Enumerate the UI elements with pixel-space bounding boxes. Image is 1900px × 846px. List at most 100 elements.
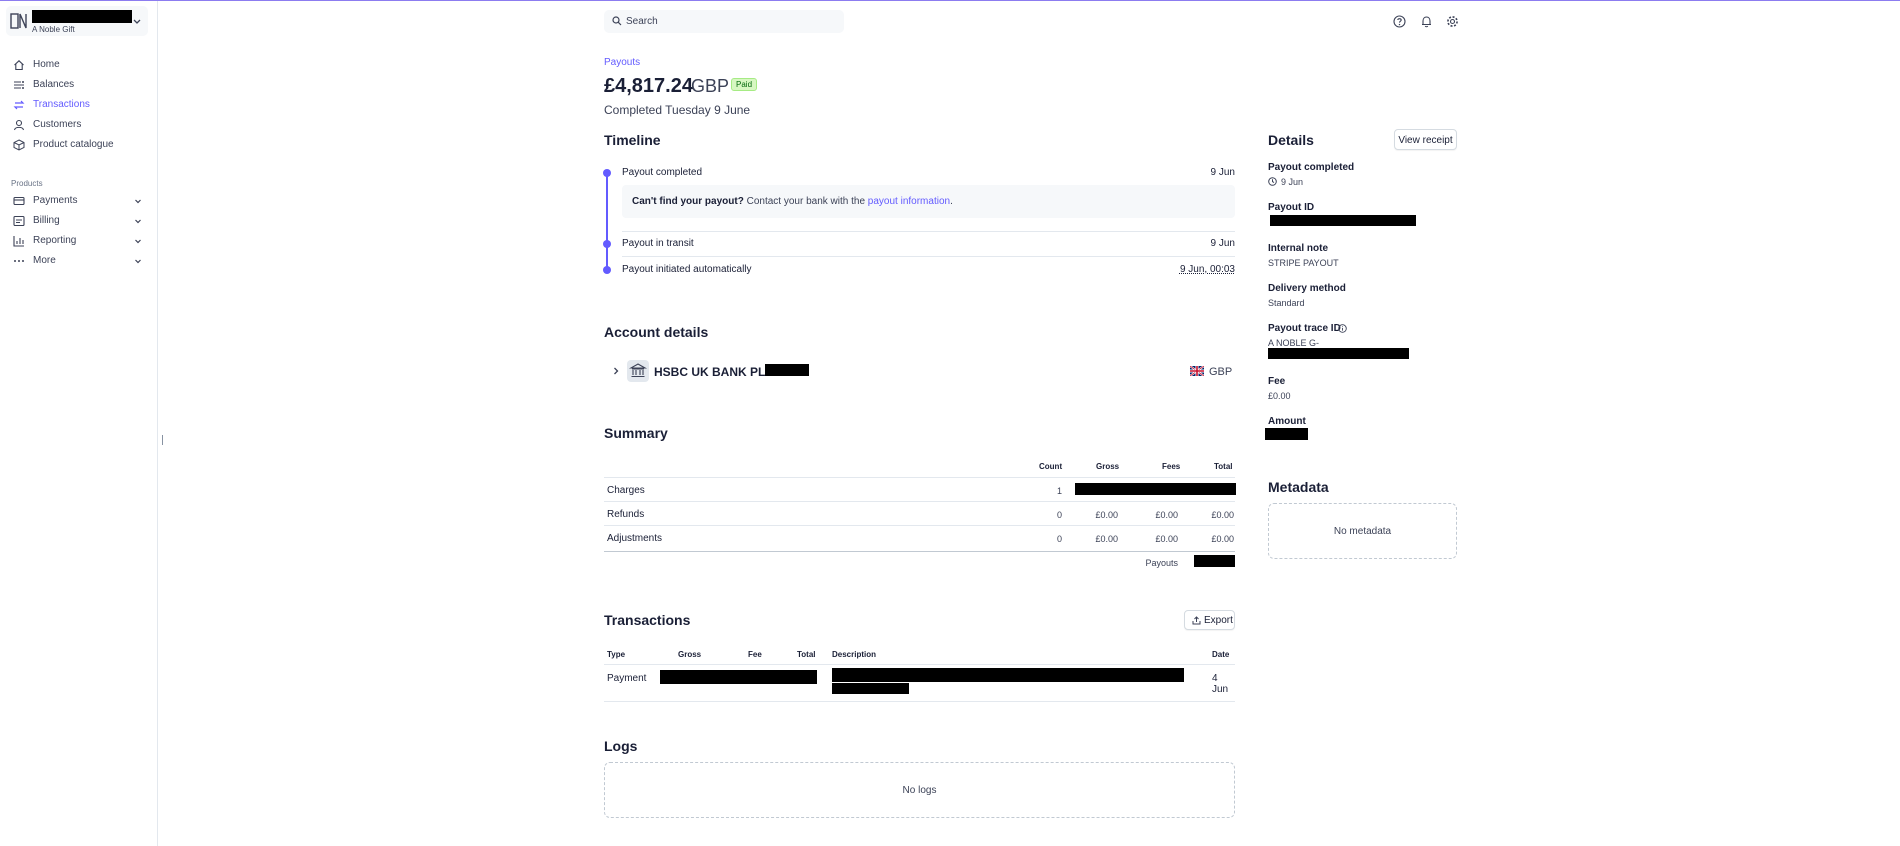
sidebar-item-product-catalogue[interactable]: Product catalogue [0,136,158,154]
billing-icon [13,215,25,227]
metadata-heading: Metadata [1268,479,1329,495]
sidebar-item-more[interactable]: More [0,252,158,270]
export-icon [1192,616,1201,625]
view-receipt-label: View receipt [1398,135,1453,146]
sidebar-item-billing[interactable]: Billing [0,212,158,230]
detail-label: Payout completed [1268,162,1355,173]
logs-heading: Logs [604,738,638,754]
search-input[interactable]: Search [604,10,844,33]
transactions-heading: Transactions [604,612,691,628]
tx-description-redacted [832,668,1184,682]
chevron-down-icon [135,259,141,264]
divider [622,256,1235,257]
callout-title: Can't find your payout? [632,196,744,207]
sidebar-item-label: Transactions [33,99,90,110]
sidebar-item-label: Payments [33,195,78,206]
sidebar: A Noble Gift Home Balances Transactions … [0,1,158,846]
divider [604,477,1235,478]
timeline-event-date: 9 Jun [1210,238,1235,249]
payout-id-redacted [1270,215,1416,226]
summary-row-label: Charges [607,485,645,496]
logs-empty-state: No logs [604,762,1235,818]
logs-empty-text: No logs [902,785,937,796]
payout-information-link[interactable]: payout information [868,196,950,207]
detail-label: Fee [1268,376,1286,387]
charges-values-redacted [1075,483,1236,495]
sidebar-resize-handle[interactable] [162,435,163,445]
gear-icon[interactable] [1446,15,1459,28]
sidebar-item-label: Home [33,59,60,70]
metadata-empty-text: No metadata [1333,526,1392,537]
product-catalogue-icon [13,139,25,151]
timeline-heading: Timeline [604,132,661,148]
chevron-down-icon [133,19,141,24]
breadcrumb-payouts[interactable]: Payouts [604,57,640,68]
table-row[interactable]: Payment 4 Jun [604,665,1235,701]
info-icon[interactable] [1338,324,1347,333]
view-receipt-button[interactable]: View receipt [1394,129,1457,150]
balances-icon [14,81,24,89]
summary-row-count: 0 [1056,534,1062,544]
sidebar-item-label: Reporting [33,235,77,246]
divider [604,501,1235,502]
sidebar-item-label: Balances [33,79,75,90]
payout-completed-date: Completed Tuesday 9 June [604,103,751,117]
help-icon[interactable] [1393,15,1406,28]
search-icon [612,16,622,26]
metadata-empty-state: No metadata [1268,503,1457,559]
chevron-down-icon [135,239,141,244]
sidebar-item-label: More [33,255,56,266]
sidebar-item-balances[interactable]: Balances [0,76,158,94]
account-name-redacted [32,10,132,23]
account-switcher[interactable]: A Noble Gift [6,6,148,36]
chevron-down-icon [135,199,141,204]
tx-amounts-redacted [660,670,817,684]
timeline-dot [603,240,611,248]
detail-label: Payout trace ID [1268,323,1341,334]
timeline-event-date: 9 Jun [1210,167,1235,178]
sidebar-item-label: Product catalogue [33,139,114,150]
tx-date: 4 Jun [1212,673,1229,695]
summary-row-count: 1 [1056,486,1062,496]
summary-row-label: Adjustments [607,533,663,544]
divider [604,551,1235,552]
tx-col-description: Description [832,650,877,659]
uk-flag-icon [1190,366,1204,376]
account-logo-icon [10,13,27,29]
summary-row-fees: £0.00 [1155,534,1178,544]
top-accent-line [0,0,1900,1]
bank-name: HSBC UK BANK PLC [654,365,774,379]
trace-id-redacted [1268,348,1409,359]
payout-help-callout: Can't find your payout? Contact your ban… [622,185,1235,218]
summary-row-gross: £0.00 [1095,534,1118,544]
sidebar-item-payments[interactable]: Payments [0,192,158,210]
sidebar-item-reporting[interactable]: Reporting [0,232,158,250]
search-placeholder: Search [626,16,658,27]
sidebar-item-customers[interactable]: Customers [0,116,158,134]
timeline-event-date[interactable]: 9 Jun, 00:03 [1180,264,1235,275]
bell-icon[interactable] [1420,15,1433,28]
export-label: Export [1204,615,1233,626]
summary-row-total: £0.00 [1211,510,1234,520]
export-button[interactable]: Export [1184,610,1235,630]
account-details-heading: Account details [604,324,709,340]
tx-type: Payment [607,673,647,684]
summary-payouts-label: Payouts [1145,558,1178,568]
payments-icon [13,196,25,206]
sidebar-item-transactions[interactable]: Transactions [0,96,158,114]
bank-icon [627,360,649,382]
status-badge: Paid [731,78,758,91]
sidebar-item-home[interactable]: Home [0,56,158,74]
tx-col-date: Date [1212,650,1230,659]
transactions-icon [13,100,25,110]
summary-col-gross: Gross [1096,462,1120,471]
chevron-right-icon[interactable] [611,366,621,376]
detail-value: A NOBLE G- [1268,338,1320,348]
timeline-event-label: Payout initiated automatically [622,264,752,275]
payout-amount: £4,817.24 [604,75,693,97]
detail-value: 9 Jun [1281,177,1304,187]
divider [622,231,1235,232]
details-heading: Details [1268,132,1314,148]
reporting-icon [13,236,24,247]
timeline-dot [603,169,611,177]
